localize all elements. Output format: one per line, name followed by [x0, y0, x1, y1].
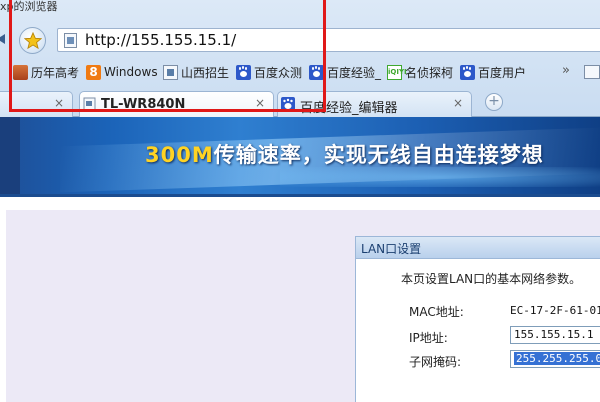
close-icon[interactable]: ×: [255, 96, 265, 110]
star-icon: [23, 31, 42, 49]
tab-label: TL-WR840N: [101, 97, 186, 112]
close-icon[interactable]: ×: [54, 96, 64, 110]
bookmark-item[interactable]: 8 Windows: [86, 63, 158, 81]
bookmark-label: Windows: [104, 65, 158, 79]
bookmark-item[interactable]: 历年高考: [13, 63, 79, 81]
bookmark-label: 百度众测: [254, 65, 303, 80]
browser-chrome: xp的浏览器 http://155.155.15.1/ 历年高考 8 Windo…: [0, 0, 600, 118]
bookmark-item[interactable]: 百度经验_: [309, 63, 381, 81]
panel-description: 本页设置LAN口的基本网络参数。: [401, 272, 582, 286]
banner-highlight: 300M: [145, 143, 214, 167]
banner-text: 传输速率，实现无线自由连接梦想: [213, 143, 544, 167]
bookmark-item[interactable]: 百度众测: [236, 63, 302, 81]
page-icon: [64, 33, 77, 48]
bookmark-item[interactable]: iQIYI 名侦探柯: [387, 63, 453, 81]
bookmark-label: 名侦探柯: [405, 65, 454, 80]
favorites-star-button[interactable]: [19, 27, 46, 54]
baidu-paw-icon: [236, 64, 251, 80]
page-icon[interactable]: [584, 65, 600, 79]
navigation-bar: http://155.155.15.1/: [0, 26, 600, 54]
baidu-paw-icon: [281, 97, 295, 111]
banner-slogan: 300M传输速率，实现无线自由连接梦想: [145, 139, 544, 169]
address-bar[interactable]: http://155.155.15.1/: [57, 28, 600, 52]
tab-tl-wr840n[interactable]: TL-WR840N ×: [79, 91, 274, 118]
tab-baidu-editor[interactable]: 百度经验_编辑器 ×: [277, 91, 472, 117]
window-title: xp的浏览器: [0, 0, 58, 13]
baidu-paw-icon: [309, 64, 324, 80]
back-arrow-icon[interactable]: [0, 34, 5, 44]
hao123-icon: 8: [86, 64, 101, 80]
bookmark-label: 历年高考: [31, 65, 80, 80]
book-icon: [13, 64, 28, 80]
close-icon[interactable]: ×: [453, 96, 463, 110]
mac-address-label: MAC地址:: [409, 305, 464, 319]
mac-address-value: EC-17-2F-61-01-: [510, 304, 600, 317]
banner-glow: [280, 167, 600, 187]
tab-strip: × TL-WR840N × 百度经验_编辑器 × +: [0, 88, 600, 118]
content-left-edge: [0, 210, 6, 402]
banner-edge: [0, 117, 20, 194]
bookmark-item[interactable]: 山西招生: [163, 63, 229, 81]
banner-bottom-bar: [0, 194, 600, 197]
bookmark-label: 百度经验_: [327, 65, 382, 80]
new-tab-button[interactable]: +: [485, 93, 503, 111]
tab-previous[interactable]: ×: [0, 91, 73, 117]
panel-header: LAN口设置: [356, 237, 600, 259]
subnet-mask-label: 子网掩码:: [409, 355, 462, 369]
baidu-paw-icon: [460, 64, 475, 80]
subnet-mask-input[interactable]: 255.255.255.0: [510, 350, 600, 368]
ip-address-input[interactable]: 155.155.15.1: [510, 326, 600, 344]
iqiyi-icon: iQIYI: [387, 64, 407, 80]
bookmarks-bar: 历年高考 8 Windows 山西招生 百度众测 百度经验_ iQIYI 名侦探…: [0, 60, 600, 84]
bookmark-item[interactable]: 百度用户: [460, 63, 526, 81]
url-text[interactable]: http://155.155.15.1/: [85, 31, 236, 49]
bookmark-label: 山西招生: [181, 65, 230, 80]
ip-address-label: IP地址:: [409, 331, 448, 345]
page-icon: [163, 64, 178, 80]
subnet-mask-value: 255.255.255.0: [514, 352, 600, 365]
bookmark-label: 百度用户: [478, 65, 527, 80]
page-icon: [83, 97, 97, 111]
tab-label: 百度经验_编辑器: [300, 101, 398, 116]
lan-settings-panel: LAN口设置 本页设置LAN口的基本网络参数。 MAC地址: EC-17-2F-…: [355, 236, 600, 402]
more-bookmarks-chevron-icon[interactable]: »: [562, 63, 570, 78]
panel-title: LAN口设置: [361, 242, 422, 256]
